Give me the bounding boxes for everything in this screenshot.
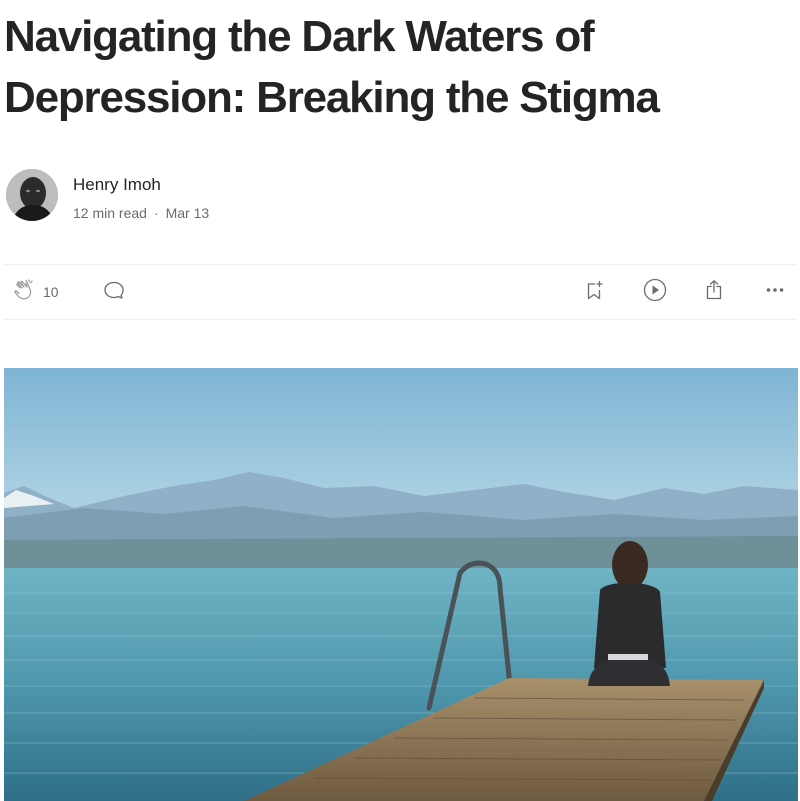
author-avatar[interactable] xyxy=(6,169,58,221)
listen-button[interactable] xyxy=(642,265,668,319)
meta-separator: · xyxy=(153,205,159,221)
read-time: 12 min read xyxy=(73,205,147,221)
more-options-button[interactable] xyxy=(764,265,786,319)
comment-button[interactable] xyxy=(102,265,126,319)
clap-count: 10 xyxy=(43,284,59,300)
author-name[interactable]: Henry Imoh xyxy=(73,175,161,195)
hero-image xyxy=(4,368,798,801)
share-button[interactable] xyxy=(702,265,726,319)
save-button[interactable] xyxy=(582,265,606,319)
publish-date: Mar 13 xyxy=(165,205,210,221)
more-icon xyxy=(764,279,786,306)
author-row: Henry Imoh 12 min read · Mar 13 xyxy=(6,168,406,222)
bookmark-add-icon xyxy=(582,278,606,307)
play-icon xyxy=(642,277,668,308)
comment-icon xyxy=(102,278,126,307)
clap-button[interactable]: 10 xyxy=(12,265,59,319)
action-bar: 10 xyxy=(4,264,796,320)
article-meta: 12 min read · Mar 13 xyxy=(73,204,209,222)
article-title: Navigating the Dark Waters of Depression… xyxy=(4,12,660,122)
clap-icon xyxy=(12,277,38,308)
share-icon xyxy=(702,278,726,307)
